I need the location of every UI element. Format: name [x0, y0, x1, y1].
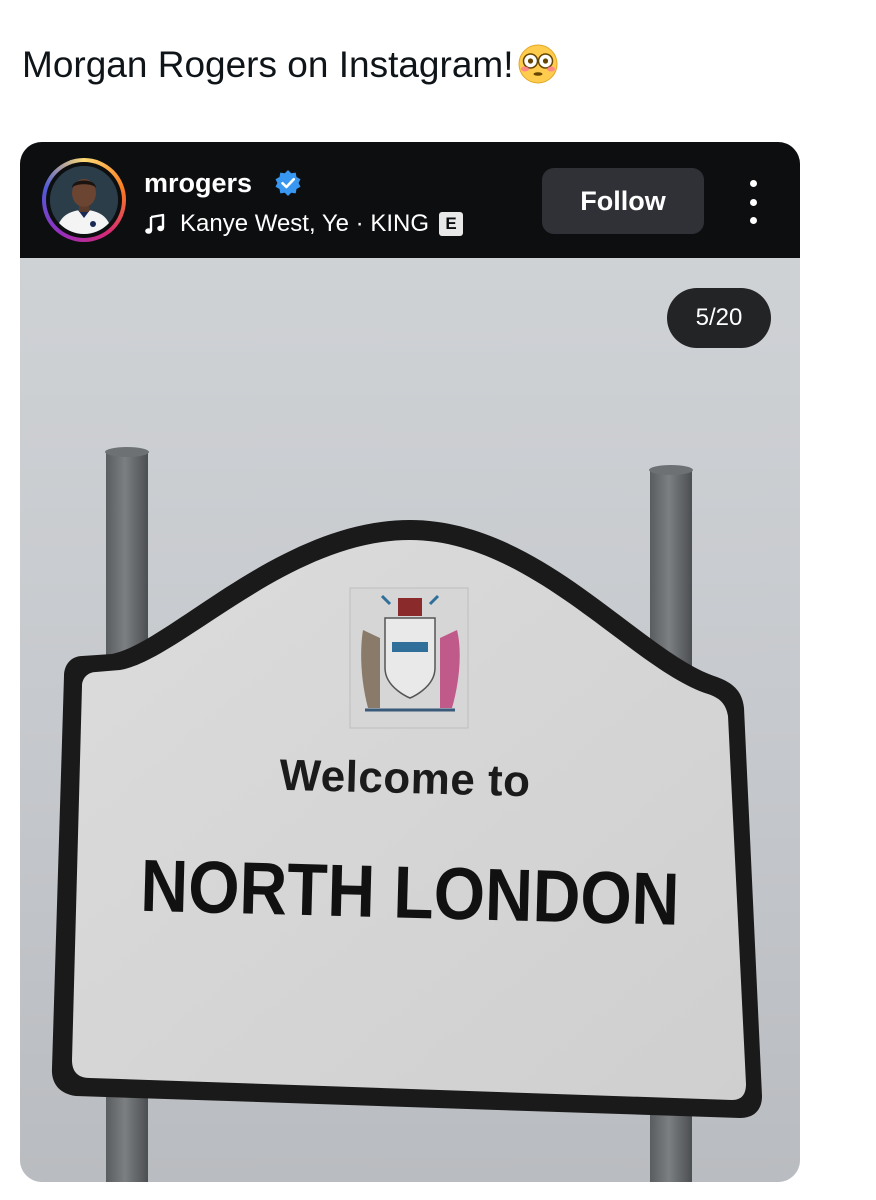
verified-badge-icon	[275, 170, 301, 196]
post-header: mrogers Kanye West, Ye · KING E Follow	[20, 142, 800, 258]
profile-photo	[50, 166, 118, 234]
username[interactable]: mrogers	[144, 166, 252, 200]
tweet-text-content: Morgan Rogers on Instagram!	[22, 44, 514, 85]
carousel-counter: 5/20	[667, 288, 771, 348]
more-options-icon[interactable]	[738, 180, 768, 224]
follow-button[interactable]: Follow	[542, 168, 704, 234]
sign-text-welcome: Welcome to	[278, 750, 532, 807]
instagram-embed-card[interactable]: mrogers Kanye West, Ye · KING E Follow 5…	[20, 142, 800, 1182]
music-note-icon	[145, 213, 165, 234]
music-attribution[interactable]: Kanye West, Ye · KING E	[144, 208, 464, 240]
coat-of-arms	[349, 587, 469, 729]
post-photo[interactable]	[20, 258, 800, 1182]
flushed-face-emoji-icon	[518, 44, 558, 84]
story-ring[interactable]	[42, 158, 126, 242]
avatar[interactable]	[50, 166, 118, 234]
music-track-label: Kanye West, Ye · KING	[180, 210, 430, 237]
tweet-text: Morgan Rogers on Instagram!	[22, 40, 560, 90]
sign-text-location: NORTH LONDON	[139, 843, 681, 941]
explicit-badge: E	[439, 212, 464, 236]
